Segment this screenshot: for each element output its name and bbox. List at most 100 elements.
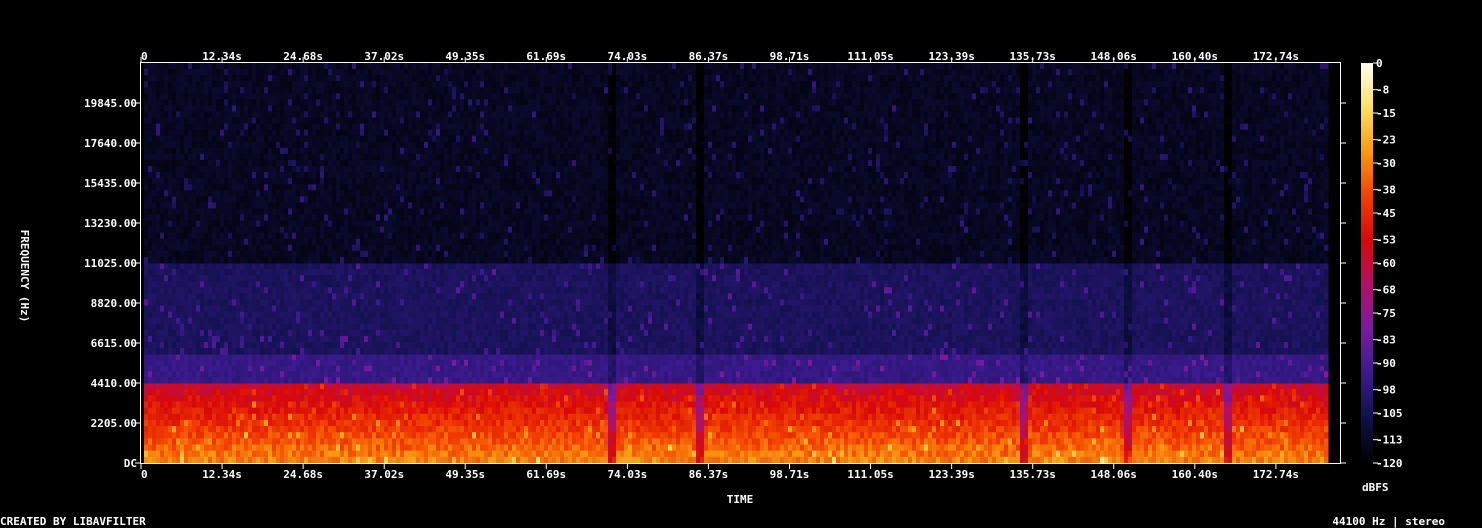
heatmap-cell (1072, 414, 1077, 421)
heatmap-cell (284, 383, 289, 390)
heatmap-cell (416, 414, 421, 421)
heatmap-cell (648, 414, 653, 421)
heatmap-cell (1260, 432, 1265, 439)
heatmap-cell (776, 426, 781, 433)
heatmap-cell (560, 414, 565, 421)
heatmap-cell (1044, 389, 1049, 396)
heatmap-cell (1040, 408, 1045, 415)
heatmap-cell (544, 432, 549, 439)
heatmap-cell (180, 438, 185, 445)
heatmap-cell (680, 395, 685, 402)
heatmap-cell (844, 395, 849, 402)
heatmap-cell (380, 426, 385, 433)
heatmap-cell (1208, 414, 1213, 421)
heatmap-cell (1272, 401, 1277, 408)
heatmap-cell (448, 401, 453, 408)
heatmap-cell (392, 432, 397, 439)
heatmap-cell (1316, 408, 1321, 415)
heatmap-cell (560, 389, 565, 396)
heatmap-cell (188, 426, 193, 433)
heatmap-cell (256, 432, 261, 439)
heatmap-cell (724, 432, 729, 439)
heatmap-cell (568, 420, 573, 427)
heatmap-cell (444, 420, 449, 427)
heatmap-cell (264, 420, 269, 427)
heatmap-cell (320, 438, 325, 445)
heatmap-cell (416, 432, 421, 439)
heatmap-cell (1064, 420, 1069, 427)
heatmap-cell (164, 420, 169, 427)
heatmap-cell (696, 401, 701, 408)
heatmap-cell (904, 395, 909, 402)
heatmap-cell (748, 426, 753, 433)
heatmap-cell (208, 401, 213, 408)
heatmap-cell (848, 426, 853, 433)
heatmap-cell (212, 432, 217, 439)
heatmap-cell (636, 383, 641, 390)
heatmap-cell (1304, 426, 1309, 433)
heatmap-cell (1024, 432, 1029, 439)
heatmap-cell (680, 389, 685, 396)
heatmap-cell (144, 395, 149, 402)
heatmap-cell (728, 438, 733, 445)
heatmap-cell (724, 408, 729, 415)
heatmap-cell (712, 414, 717, 421)
heatmap-cell (1140, 401, 1145, 408)
heatmap-cell (216, 401, 221, 408)
heatmap-cell (808, 383, 813, 390)
heatmap-cell (1028, 432, 1033, 439)
heatmap-cell (988, 408, 993, 415)
heatmap-cell (232, 383, 237, 390)
heatmap-cell (792, 389, 797, 396)
heatmap-cell (396, 383, 401, 390)
heatmap-cell (1140, 420, 1145, 427)
heatmap-cell (556, 408, 561, 415)
heatmap-cell (1004, 426, 1009, 433)
heatmap-cell (724, 426, 729, 433)
heatmap-cell (1224, 426, 1229, 433)
heatmap-cell (1044, 401, 1049, 408)
heatmap-cell (1088, 432, 1093, 439)
heatmap-cell (832, 414, 837, 421)
heatmap-cell (792, 432, 797, 439)
heatmap-cell (476, 383, 481, 390)
heatmap-cell (492, 383, 497, 390)
heatmap-cell (804, 408, 809, 415)
heatmap-cell (256, 389, 261, 396)
heatmap-cell (268, 414, 273, 421)
heatmap-cell (832, 401, 837, 408)
heatmap-cell (472, 426, 477, 433)
heatmap-cell (368, 426, 373, 433)
heatmap-cell (744, 408, 749, 415)
heatmap-cell (924, 432, 929, 439)
heatmap-cell (1028, 408, 1033, 415)
heatmap-cell (952, 408, 957, 415)
heatmap-cell (152, 389, 157, 396)
heatmap-cell (868, 408, 873, 415)
heatmap-cell (1232, 408, 1237, 415)
heatmap-cell (928, 395, 933, 402)
heatmap-cell (1080, 389, 1085, 396)
heatmap-cell (1248, 383, 1253, 390)
heatmap-cell (764, 383, 769, 390)
heatmap-cell (668, 389, 673, 396)
heatmap-cell (388, 438, 393, 445)
heatmap-cell (228, 420, 233, 427)
heatmap-cell (884, 401, 889, 408)
heatmap-cell (352, 401, 357, 408)
heatmap-cell (660, 432, 665, 439)
heatmap-cell (388, 420, 393, 427)
heatmap-cell (480, 420, 485, 427)
heatmap-cell (396, 408, 401, 415)
heatmap-cell (172, 426, 177, 433)
heatmap-cell (1264, 395, 1269, 402)
heatmap-cell (500, 389, 505, 396)
heatmap-cell (236, 395, 241, 402)
heatmap-cell (1164, 420, 1169, 427)
heatmap-cell (696, 383, 701, 390)
heatmap-cell (452, 395, 457, 402)
heatmap-cell (1276, 383, 1281, 390)
heatmap-cell (156, 389, 161, 396)
heatmap-cell (296, 420, 301, 427)
heatmap-cell (1008, 389, 1013, 396)
